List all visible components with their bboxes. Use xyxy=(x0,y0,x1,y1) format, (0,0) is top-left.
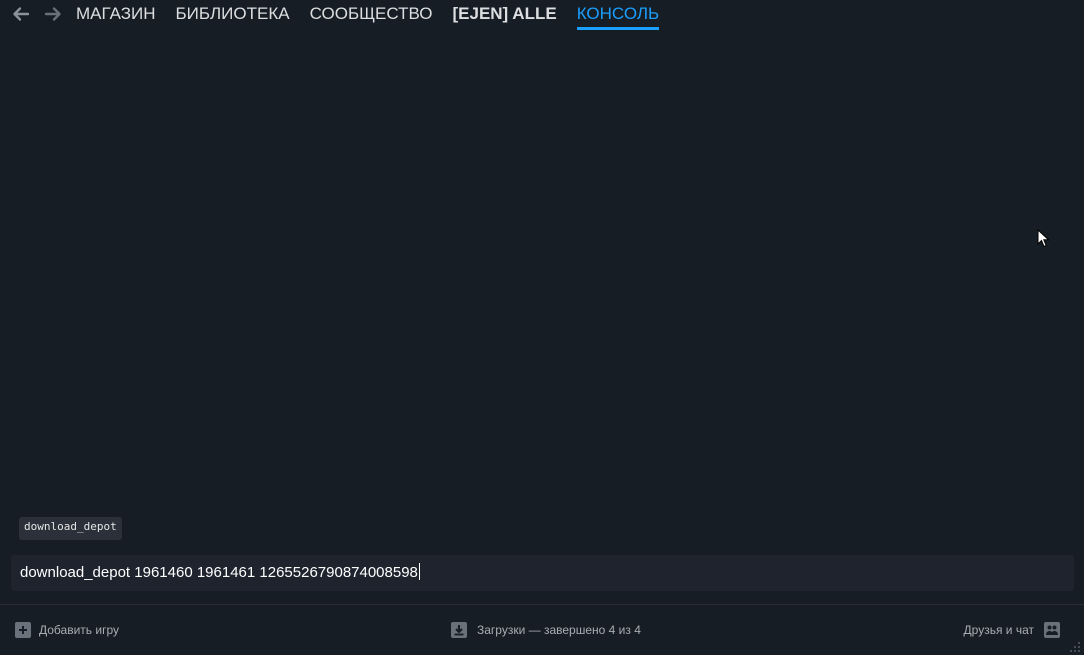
console-input-text: download_depot 1961460 1961461 126552679… xyxy=(20,563,420,583)
tab-store[interactable]: МАГАЗИН xyxy=(76,4,155,30)
forward-button[interactable] xyxy=(43,4,63,24)
console-output-area xyxy=(0,34,1084,510)
console-input-field[interactable]: download_depot 1961460 1961461 126552679… xyxy=(11,555,1074,591)
tab-community[interactable]: СООБЩЕСТВО xyxy=(310,4,433,30)
friends-chat-label: Друзья и чат xyxy=(963,623,1034,637)
tab-library[interactable]: БИБЛИОТЕКА xyxy=(175,4,289,30)
tab-console[interactable]: КОНСОЛЬ xyxy=(576,4,660,30)
autocomplete-suggestion[interactable]: download_depot xyxy=(19,517,122,540)
plus-square-icon xyxy=(15,622,31,638)
bottom-bar: Добавить игру Загрузки — завершено 4 из … xyxy=(0,604,1084,655)
mouse-pointer-icon xyxy=(1037,229,1050,248)
friends-icon xyxy=(1044,622,1060,638)
add-game-button[interactable]: Добавить игру xyxy=(15,622,119,638)
download-icon xyxy=(451,622,467,638)
back-button[interactable] xyxy=(11,4,31,24)
resize-grip-icon[interactable] xyxy=(1069,641,1081,653)
nav-tabs: МАГАЗИН БИБЛИОТЕКА СООБЩЕСТВО [EJEN] ALL… xyxy=(76,4,679,30)
friends-chat-button[interactable]: Друзья и чат xyxy=(964,622,1060,638)
downloads-button[interactable]: Загрузки — завершено 4 из 4 xyxy=(451,622,641,638)
top-navigation: МАГАЗИН БИБЛИОТЕКА СООБЩЕСТВО [EJEN] ALL… xyxy=(0,0,1084,32)
add-game-label: Добавить игру xyxy=(39,623,119,637)
arrow-right-icon xyxy=(44,7,61,21)
text-caret xyxy=(418,563,420,580)
downloads-status: Загрузки — завершено 4 из 4 xyxy=(477,623,641,637)
steam-client-window: МАГАЗИН БИБЛИОТЕКА СООБЩЕСТВО [EJEN] ALL… xyxy=(0,0,1084,655)
arrow-left-icon xyxy=(13,7,30,21)
console-input-value: download_depot 1961460 1961461 126552679… xyxy=(20,564,418,581)
tab-profile[interactable]: [EJEN] ALLE xyxy=(452,4,556,30)
